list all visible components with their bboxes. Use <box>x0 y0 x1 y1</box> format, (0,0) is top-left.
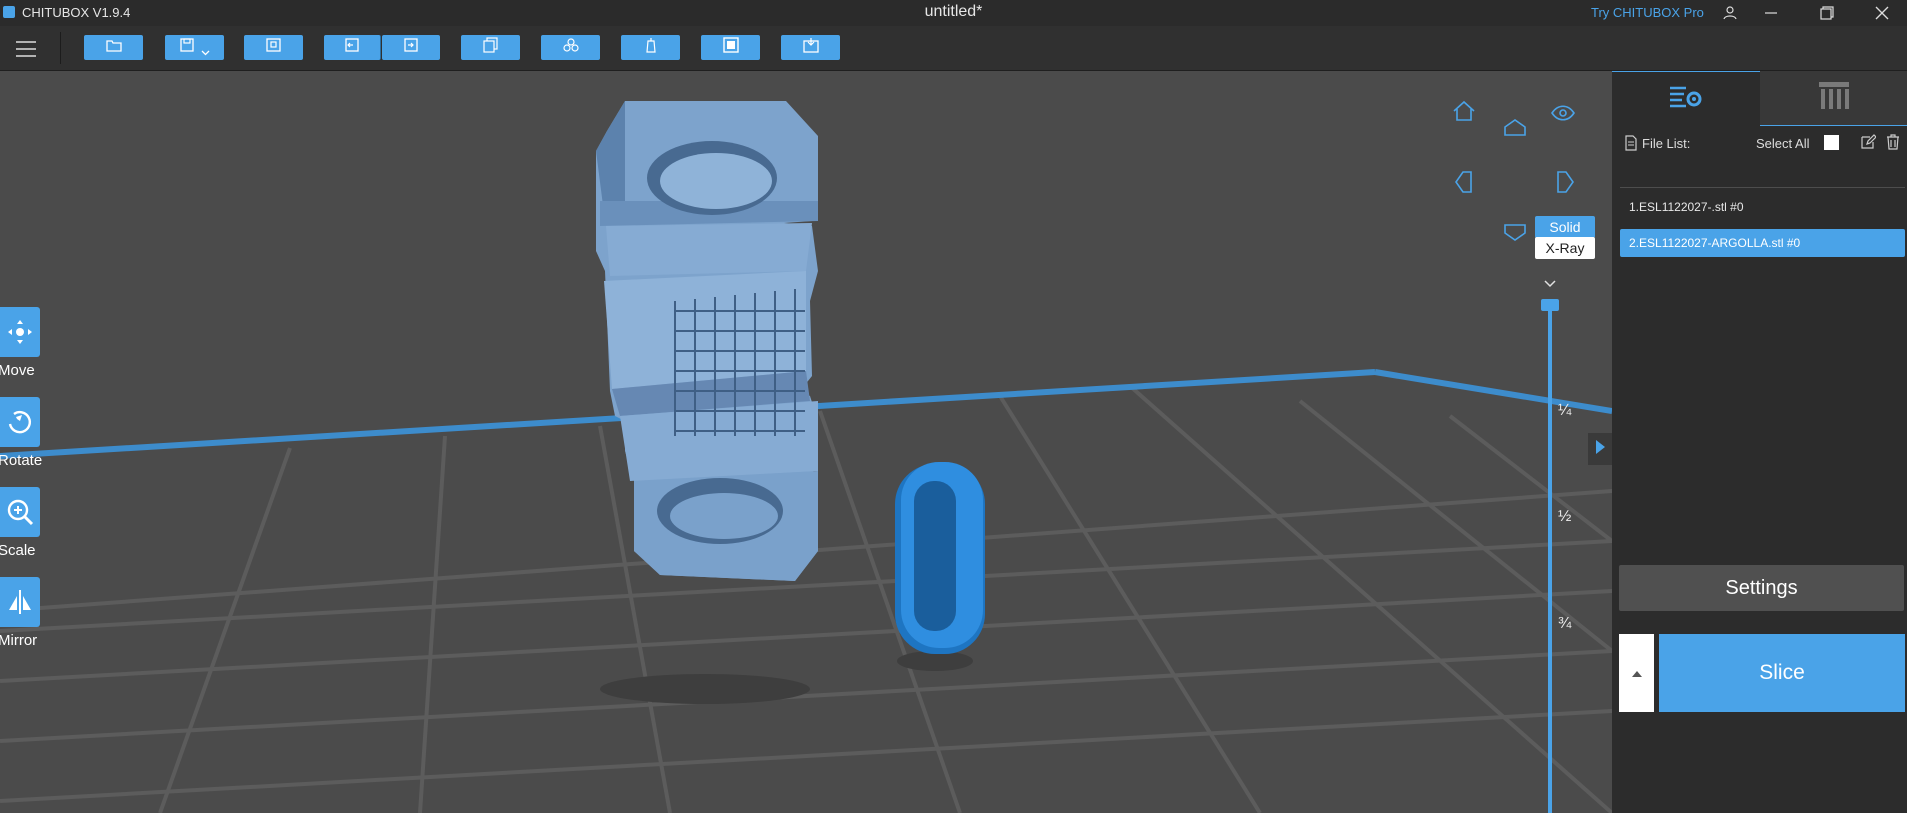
file-name: 2.ESL1122027-ARGOLLA.stl #0 <box>1629 236 1801 250</box>
save-icon <box>179 37 197 58</box>
mirror-icon[interactable] <box>0 577 40 627</box>
hamburger-menu-icon[interactable] <box>10 36 40 60</box>
copy-button[interactable] <box>461 35 520 60</box>
arrange-icon <box>562 37 580 58</box>
bottom-view-icon[interactable] <box>1503 223 1527 246</box>
support-icon <box>642 37 660 58</box>
copy-icon <box>482 37 500 58</box>
home-view-icon[interactable] <box>1452 100 1476 127</box>
auto-arrange-button[interactable] <box>541 35 600 60</box>
file-list-item-selected[interactable]: 2.ESL1122027-ARGOLLA.stl #0 <box>1620 229 1905 257</box>
rotate-icon[interactable] <box>0 397 40 447</box>
chevron-down-icon[interactable] <box>201 43 210 61</box>
slider-mark-quarter: ¼ <box>1558 402 1572 419</box>
pendant-model[interactable] <box>596 101 818 704</box>
slider-mark-three-quarters: ¾ <box>1558 615 1572 632</box>
edit-icon[interactable] <box>1860 134 1877 155</box>
select-all-checkbox[interactable] <box>1824 135 1839 150</box>
eye-visibility-icon[interactable] <box>1551 105 1575 126</box>
file-list-header: File List: Select All <box>1624 133 1904 157</box>
move-label: Move <box>0 362 35 379</box>
tab-print-settings[interactable] <box>1760 71 1907 126</box>
list-settings-icon <box>1668 82 1704 117</box>
slider-mark-half: ½ <box>1558 508 1572 525</box>
rotate-tool[interactable]: Rotate <box>0 397 43 469</box>
hollow-button[interactable] <box>701 35 760 60</box>
document-icon <box>1624 135 1638 156</box>
solid-view-button[interactable]: Solid <box>1535 216 1595 238</box>
3d-viewport[interactable]: Move Rotate Scale Mirror Solid X-Ray ¼ ½… <box>0 71 1612 813</box>
open-file-button[interactable] <box>84 35 143 60</box>
collapse-panel-button[interactable] <box>1588 433 1612 465</box>
hollow-icon <box>722 37 740 58</box>
save-button[interactable] <box>165 35 224 60</box>
restore-icon[interactable] <box>1807 0 1847 26</box>
move-tool[interactable]: Move <box>0 307 40 379</box>
move-icon[interactable] <box>0 307 40 357</box>
dig-hole-icon <box>802 37 820 58</box>
undo-button[interactable] <box>324 35 381 60</box>
caret-up-icon <box>1631 664 1642 682</box>
dig-hole-button[interactable] <box>781 35 840 60</box>
mirror-label: Mirror <box>0 632 38 649</box>
settings-button[interactable]: Settings <box>1619 565 1904 611</box>
build-plate-scene <box>0 101 1612 813</box>
scale-label: Scale <box>0 542 36 559</box>
tab-model-settings[interactable] <box>1612 71 1761 126</box>
user-icon[interactable] <box>1710 0 1750 26</box>
delete-trash-icon[interactable] <box>1886 134 1900 155</box>
chevron-down-icon[interactable] <box>1543 276 1557 294</box>
left-view-icon[interactable] <box>1455 170 1473 199</box>
select-all-label: Select All <box>1756 136 1810 151</box>
right-view-icon[interactable] <box>1556 170 1574 199</box>
toolbar-divider <box>60 32 61 64</box>
printer-columns-icon <box>1816 80 1852 117</box>
import-icon <box>265 37 283 58</box>
redo-icon <box>402 37 420 58</box>
triangle-right-icon <box>1594 439 1606 460</box>
layer-slider-track[interactable] <box>1548 301 1552 813</box>
mirror-tool[interactable]: Mirror <box>0 577 40 649</box>
file-list-divider <box>1620 187 1905 188</box>
supports-button[interactable] <box>621 35 680 60</box>
close-icon[interactable] <box>1862 0 1902 26</box>
ring-model[interactable] <box>895 462 985 671</box>
slice-options-button[interactable] <box>1619 634 1654 712</box>
minimize-icon[interactable] <box>1751 0 1791 26</box>
file-list-item[interactable]: 1.ESL1122027-.stl #0 <box>1620 193 1905 221</box>
redo-button[interactable] <box>382 35 440 60</box>
import-button[interactable] <box>244 35 303 60</box>
scale-tool[interactable]: Scale <box>0 487 40 559</box>
file-name: 1.ESL1122027-.stl #0 <box>1629 200 1744 214</box>
try-pro-link[interactable]: Try CHITUBOX Pro <box>1591 5 1704 20</box>
main-toolbar <box>0 26 1907 71</box>
xray-view-button[interactable]: X-Ray <box>1535 237 1595 259</box>
title-bar: CHITUBOX V1.9.4 untitled* Try CHITUBOX P… <box>0 0 1907 26</box>
slice-button[interactable]: Slice <box>1659 634 1905 712</box>
scale-icon[interactable] <box>0 487 40 537</box>
top-view-icon[interactable] <box>1503 119 1527 142</box>
open-folder-icon <box>105 37 123 58</box>
file-list-label: File List: <box>1642 136 1691 151</box>
rotate-label: Rotate <box>0 452 43 469</box>
undo-icon <box>343 37 361 58</box>
right-panel: File List: Select All 1.ESL1122027-.stl … <box>1612 71 1907 813</box>
layer-slider-handle[interactable] <box>1541 299 1559 311</box>
